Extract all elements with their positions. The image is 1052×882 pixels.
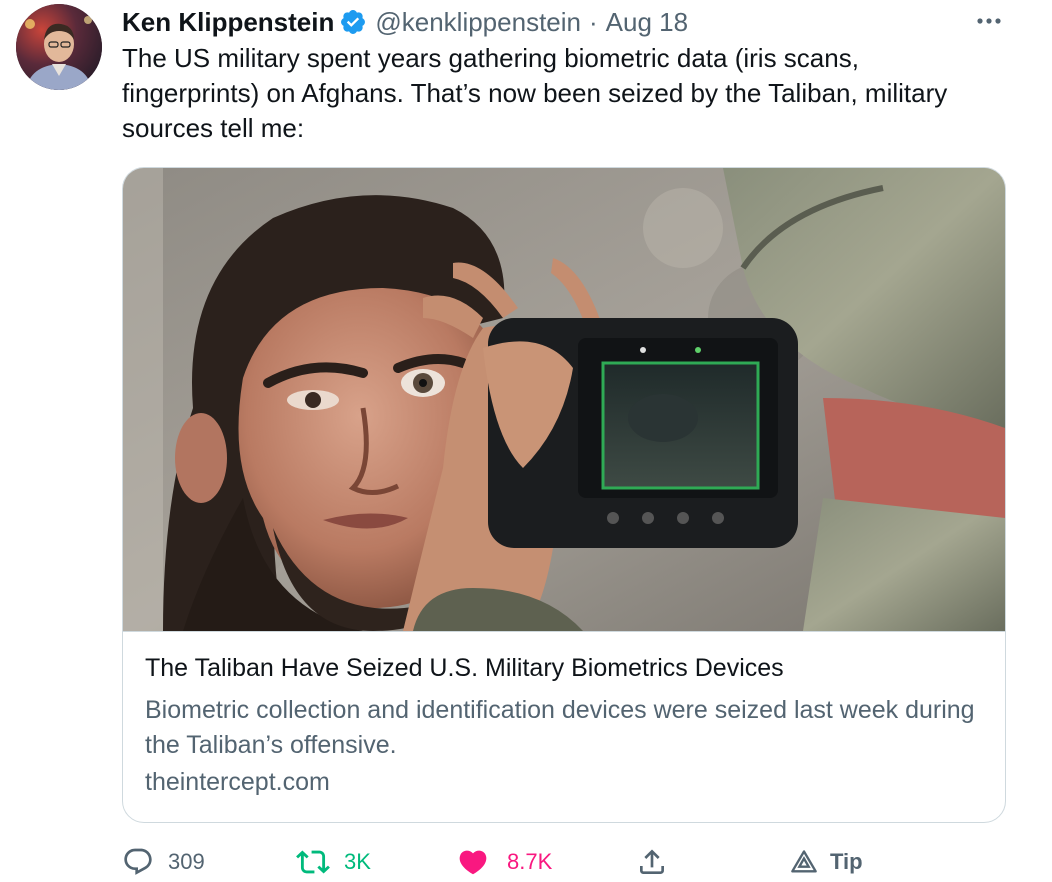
- user-avatar-photo: [16, 4, 102, 90]
- like-count: 8.7K: [507, 849, 553, 874]
- heart-icon: [459, 850, 487, 875]
- share-button[interactable]: [636, 843, 668, 881]
- author-display-name[interactable]: Ken Klippenstein: [122, 7, 334, 38]
- retweet-icon: [296, 850, 330, 874]
- tip-label: Tip: [830, 849, 863, 874]
- card-domain: theintercept.com: [145, 768, 330, 796]
- tweet-header: Ken Klippenstein @kenklippenstein · Aug …: [122, 5, 688, 39]
- card-image: [123, 168, 1005, 632]
- share-icon: [640, 849, 664, 874]
- card-title[interactable]: The Taliban Have Seized U.S. Military Bi…: [145, 654, 784, 683]
- tweet-date[interactable]: Aug 18: [606, 7, 688, 38]
- retweet-button[interactable]: 3K: [296, 843, 371, 881]
- retweet-count: 3K: [344, 849, 371, 874]
- verified-badge-icon: [339, 8, 367, 36]
- author-avatar[interactable]: [16, 4, 102, 90]
- link-preview-card[interactable]: The Taliban Have Seized U.S. Military Bi…: [122, 167, 1006, 823]
- reply-count: 309: [168, 849, 205, 874]
- separator-dot: ·: [589, 6, 598, 37]
- article-photo-iris-scan: [123, 168, 1005, 631]
- tip-button[interactable]: Tip: [790, 843, 863, 881]
- like-button[interactable]: 8.7K: [457, 843, 552, 881]
- tip-icon: [791, 850, 817, 873]
- reply-button[interactable]: 309: [122, 843, 205, 881]
- author-handle[interactable]: @kenklippenstein: [375, 7, 581, 38]
- tweet-actions: 309 3K 8.7K Tip: [122, 843, 1022, 881]
- reply-icon: [124, 848, 152, 875]
- card-description: Biometric collection and identification …: [145, 696, 975, 759]
- tweet-text: The US military spent years gathering bi…: [122, 43, 948, 143]
- more-horizontal-icon[interactable]: [974, 6, 1004, 36]
